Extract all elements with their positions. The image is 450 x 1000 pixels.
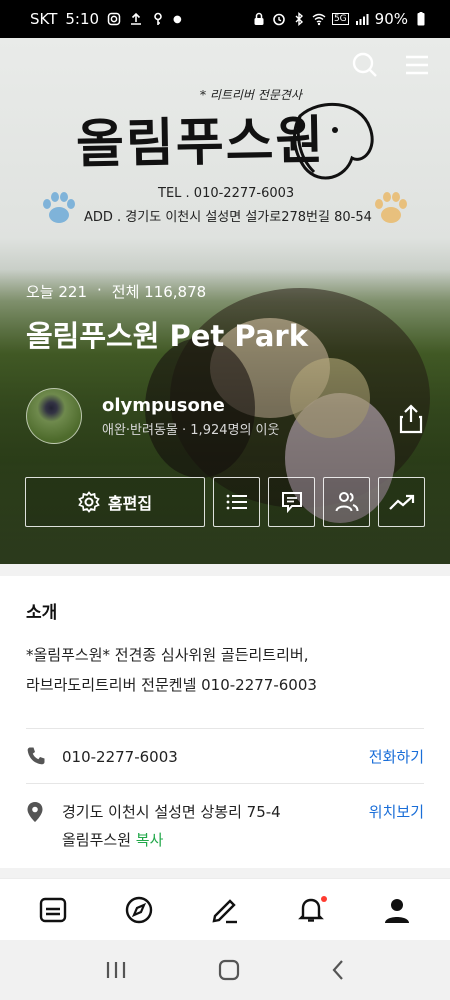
people-icon bbox=[335, 492, 358, 512]
network-label: 5G bbox=[331, 13, 349, 25]
nav-explore[interactable] bbox=[117, 888, 161, 932]
blog-cover: * 리트리버 전문견사 올림푸스원 TEL . 010-2277-6003 AD… bbox=[0, 38, 450, 564]
visits-total: 전체 116,878 bbox=[111, 283, 207, 301]
gear-icon bbox=[78, 491, 100, 513]
address-row: 경기도 이천시 설성면 상봉리 75-4 올림푸스원 복사 위치보기 bbox=[0, 784, 450, 868]
compass-icon bbox=[125, 896, 153, 923]
logo-tel: TEL . 010-2277-6003 bbox=[158, 186, 295, 201]
edit-home-button[interactable]: 홈편집 bbox=[25, 477, 205, 527]
bluetooth-icon bbox=[295, 12, 303, 26]
battery-percent: 90% bbox=[374, 10, 408, 28]
instagram-icon bbox=[107, 12, 121, 26]
dot-indicator: ● bbox=[173, 13, 182, 25]
feed-icon bbox=[39, 897, 67, 922]
profile-block[interactable]: olympusone 애완·반려동물 · 1,924명의 이웃 bbox=[26, 388, 279, 444]
comment-icon bbox=[281, 492, 302, 513]
blog-info: 소개 *올림푸스원* 전견종 심사위원 골든리트리버, 라브라도리트리버 전문켄… bbox=[0, 564, 450, 878]
back-icon[interactable] bbox=[331, 959, 345, 981]
intro-line-1: *올림푸스원* 전견종 심사위원 골든리트리버, bbox=[26, 646, 309, 664]
action-bar: 홈편집 bbox=[25, 477, 425, 527]
pencil-icon bbox=[212, 898, 237, 923]
section-gap bbox=[0, 868, 450, 878]
visit-counter: 오늘 221 · 전체 116,878 bbox=[26, 281, 206, 302]
home-icon[interactable] bbox=[218, 959, 240, 981]
visits-separator: · bbox=[97, 281, 102, 299]
neighbors-button[interactable] bbox=[323, 477, 370, 527]
system-nav bbox=[0, 940, 450, 1000]
visits-today: 오늘 221 bbox=[26, 283, 87, 301]
phone-row: 010-2277-6003 전화하기 bbox=[0, 729, 450, 783]
phone-number[interactable]: 010-2277-6003 bbox=[62, 743, 369, 771]
share-icon bbox=[399, 404, 423, 434]
blog-title: 올림푸스원 Pet Park bbox=[26, 319, 309, 353]
person-icon bbox=[385, 898, 409, 923]
signal-icon bbox=[355, 14, 369, 25]
profile-meta: 애완·반려동물 · 1,924명의 이웃 bbox=[102, 422, 280, 438]
list-button[interactable] bbox=[213, 477, 260, 527]
paw-icon-orange bbox=[375, 192, 407, 223]
battery-icon bbox=[417, 12, 425, 26]
intro-title: 소개 bbox=[26, 603, 58, 623]
carrier-label: SKT bbox=[30, 10, 58, 28]
alarm-icon bbox=[273, 13, 285, 26]
share-button[interactable] bbox=[398, 404, 424, 438]
section-gap bbox=[0, 564, 450, 576]
call-button[interactable]: 전화하기 bbox=[369, 743, 424, 771]
lock-icon bbox=[254, 12, 264, 25]
trend-icon bbox=[388, 494, 414, 510]
avatar[interactable] bbox=[26, 388, 82, 444]
logo-address: ADD . 경기도 이천시 설성면 설가로278번길 80-54 bbox=[84, 210, 372, 225]
logo-title: 올림푸스원 bbox=[75, 109, 326, 176]
upload-icon bbox=[131, 12, 142, 25]
nav-my[interactable] bbox=[375, 888, 419, 932]
nav-feed[interactable] bbox=[31, 888, 75, 932]
screen: SKT 5:10 ● 5G 90% * 리트리버 전문견사 올림푸스원 TEL … bbox=[0, 0, 450, 1000]
menu-icon bbox=[406, 55, 428, 75]
profile-name: olympusone bbox=[102, 394, 225, 416]
phone-icon bbox=[26, 743, 48, 770]
recents-icon[interactable] bbox=[105, 960, 127, 980]
address-text: 경기도 이천시 설성면 상봉리 75-4 올림푸스원 복사 bbox=[62, 798, 369, 854]
map-button[interactable]: 위치보기 bbox=[369, 798, 424, 826]
intro-text: *올림푸스원* 전견종 심사위원 골든리트리버, 라브라도리트리버 전문켄넬 0… bbox=[0, 630, 450, 716]
address-line-2: 올림푸스원 복사 bbox=[62, 826, 369, 854]
intro-line-2: 라브라도리트리버 전문켄넬 010-2277-6003 bbox=[26, 676, 317, 694]
bottom-nav bbox=[0, 878, 450, 940]
menu-button[interactable] bbox=[402, 50, 432, 80]
stats-button[interactable] bbox=[378, 477, 425, 527]
list-icon bbox=[226, 494, 247, 510]
wifi-icon bbox=[312, 13, 326, 26]
nav-notifications[interactable] bbox=[289, 888, 333, 932]
copy-button[interactable]: 복사 bbox=[136, 831, 164, 849]
location-pin-icon bbox=[26, 798, 48, 827]
edit-home-label: 홈편집 bbox=[107, 494, 153, 513]
search-icon bbox=[352, 52, 377, 77]
address-line-1: 경기도 이천시 설성면 상봉리 75-4 bbox=[62, 803, 281, 821]
status-bar: SKT 5:10 ● 5G 90% bbox=[0, 0, 450, 38]
address-place: 올림푸스원 bbox=[62, 831, 132, 849]
clock: 5:10 bbox=[65, 10, 100, 28]
search-button[interactable] bbox=[350, 50, 380, 80]
paw-icon-blue bbox=[43, 192, 75, 223]
key-icon bbox=[154, 12, 162, 25]
notification-badge bbox=[321, 895, 327, 902]
comment-button[interactable] bbox=[268, 477, 315, 527]
nav-write[interactable] bbox=[203, 888, 247, 932]
